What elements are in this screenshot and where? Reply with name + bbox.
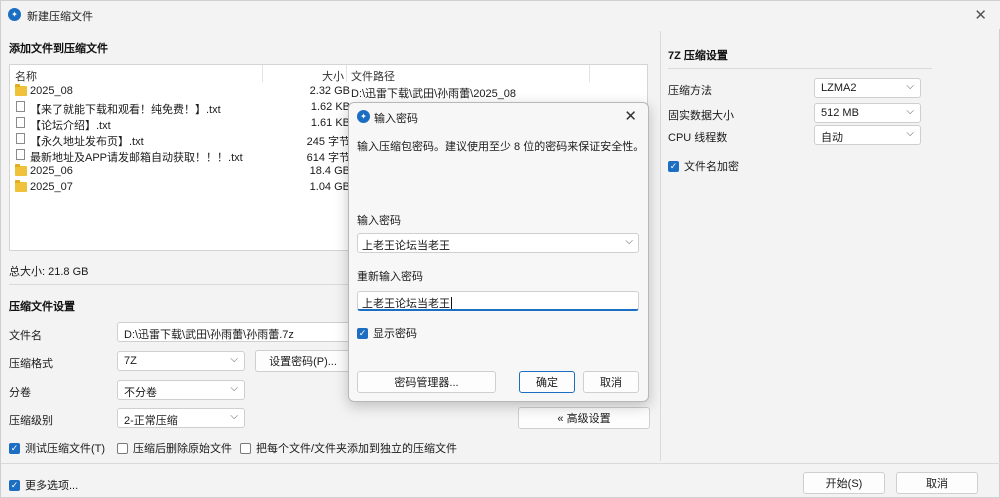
file-size: 1.62 KB — [310, 101, 350, 113]
confirm-password-label: 重新输入密码 — [357, 271, 423, 283]
password-input[interactable]: 上老王论坛当老王 ⌵ — [357, 233, 639, 253]
folder-icon — [15, 84, 27, 96]
checkmark-icon: ✓ — [357, 327, 368, 339]
split-value: 不分卷 — [124, 387, 157, 399]
file-list-header: 名称 大小 文件路径 — [10, 65, 647, 84]
dialog-message: 输入压缩包密码。建议使用至少 8 位的密码来保证安全性。 — [357, 141, 645, 153]
divider — [1, 463, 1000, 464]
delete-after-checkbox[interactable]: 压缩后删除原始文件 — [117, 440, 232, 456]
text-file-icon — [16, 133, 25, 144]
separate-archives-checkbox[interactable]: 把每个文件/文件夹添加到独立的压缩文件 — [240, 440, 457, 456]
level-label: 压缩级别 — [9, 415, 53, 427]
format-label: 压缩格式 — [9, 358, 53, 370]
text-file-icon — [16, 101, 25, 112]
method-value: LZMA2 — [821, 82, 857, 94]
checkbox-icon — [117, 442, 128, 454]
sevenzip-settings-heading: 7Z 压缩设置 — [668, 50, 728, 62]
text-caret — [451, 297, 452, 309]
folder-icon — [15, 180, 27, 192]
chevron-down-icon: ⌵ — [230, 383, 238, 394]
archive-settings-heading: 压缩文件设置 — [9, 301, 75, 313]
checkbox-icon — [240, 442, 251, 454]
divider — [668, 68, 932, 69]
folder-icon — [15, 164, 27, 176]
window-title: 新建压缩文件 — [27, 11, 93, 23]
cancel-button[interactable]: 取消 — [896, 472, 978, 494]
column-divider — [589, 65, 590, 82]
pane-divider — [660, 31, 661, 461]
file-row[interactable]: 2025_08 2.32 GB D:\迅雷下载\武田\孙雨蕾\2025_08 — [10, 83, 647, 100]
show-password-checkbox[interactable]: ✓ 显示密码 — [357, 325, 417, 341]
dialog-title: 输入密码 — [374, 113, 418, 125]
confirm-password-input[interactable]: 上老王论坛当老王 — [357, 291, 639, 311]
file-size: 2.32 GB — [309, 85, 350, 97]
chevron-down-icon: ⌵ — [230, 411, 238, 422]
start-button[interactable]: 开始(S) — [803, 472, 885, 494]
files-heading: 添加文件到压缩文件 — [9, 43, 108, 55]
text-file-icon — [16, 149, 25, 160]
app-logo-icon: ✦ — [357, 110, 370, 123]
app-logo-icon: ✦ — [8, 8, 21, 21]
checkmark-icon: ✓ — [668, 160, 679, 172]
file-size: 18.4 GB — [309, 165, 350, 177]
dict-size-select[interactable]: 512 MB ⌵ — [814, 103, 921, 123]
text-file-icon — [16, 117, 25, 128]
test-archive-checkbox[interactable]: ✓ 测试压缩文件(T) — [9, 440, 105, 456]
chevron-down-icon: ⌵ — [906, 81, 914, 92]
threads-label: CPU 线程数 — [668, 132, 728, 144]
chevron-down-icon: ⌵ — [906, 128, 914, 139]
separate-archives-label: 把每个文件/文件夹添加到独立的压缩文件 — [256, 443, 458, 455]
level-select[interactable]: 2-正常压缩 ⌵ — [117, 408, 245, 428]
more-options-checkbox[interactable]: ✓ 更多选项... — [9, 477, 78, 493]
dict-size-value: 512 MB — [821, 107, 859, 119]
format-select[interactable]: 7Z ⌵ — [117, 351, 245, 371]
password-value: 上老王论坛当老王 — [362, 240, 450, 252]
encrypt-names-label: 文件名加密 — [684, 161, 739, 173]
close-icon[interactable]: ✕ — [974, 6, 987, 24]
compress-window: ✦ 新建压缩文件 ✕ 添加文件到压缩文件 名称 大小 文件路径 2025_08 … — [0, 0, 1000, 498]
chevron-down-icon: ⌵ — [230, 354, 238, 365]
password-dialog: ✦ 输入密码 ✕ 输入压缩包密码。建议使用至少 8 位的密码来保证安全性。 输入… — [348, 102, 649, 402]
test-archive-label: 测试压缩文件(T) — [25, 443, 106, 455]
checkmark-icon: ✓ — [9, 442, 20, 454]
more-options-label: 更多选项... — [25, 480, 79, 492]
file-name: 2025_06 — [30, 165, 73, 177]
filename-label: 文件名 — [9, 330, 42, 342]
column-name[interactable]: 名称 — [15, 68, 37, 84]
column-size[interactable]: 大小 — [322, 68, 344, 84]
method-label: 压缩方法 — [668, 85, 712, 97]
advanced-settings-button[interactable]: « 高级设置 — [518, 407, 650, 429]
file-size: 1.61 KB — [310, 117, 350, 129]
confirm-password-value: 上老王论坛当老王 — [362, 298, 450, 310]
method-select[interactable]: LZMA2 ⌵ — [814, 78, 921, 98]
format-value: 7Z — [124, 355, 137, 367]
title-bar: ✦ 新建压缩文件 ✕ — [1, 1, 1000, 29]
dict-size-label: 固实数据大小 — [668, 110, 734, 122]
file-size: 1.04 GB — [309, 181, 350, 193]
filename-input[interactable]: D:\迅雷下载\武田\孙雨蕾\孙雨蕾.7z — [117, 322, 351, 342]
close-icon[interactable]: ✕ — [624, 107, 637, 125]
split-label: 分卷 — [9, 387, 31, 399]
checkmark-icon: ✓ — [9, 479, 20, 491]
file-name: 2025_07 — [30, 181, 73, 193]
column-divider — [346, 65, 347, 82]
file-name: 2025_08 — [30, 85, 73, 97]
password-label: 输入密码 — [357, 215, 401, 227]
level-value: 2-正常压缩 — [124, 415, 178, 427]
column-path[interactable]: 文件路径 — [351, 68, 395, 84]
split-select[interactable]: 不分卷 ⌵ — [117, 380, 245, 400]
password-manager-button[interactable]: 密码管理器... — [357, 371, 496, 393]
delete-after-label: 压缩后删除原始文件 — [133, 443, 232, 455]
chevron-down-icon[interactable]: ⌵ — [625, 236, 633, 247]
chevron-down-icon: ⌵ — [906, 106, 914, 117]
threads-select[interactable]: 自动 ⌵ — [814, 125, 921, 145]
encrypt-names-checkbox[interactable]: ✓ 文件名加密 — [668, 158, 739, 174]
total-size: 总大小: 21.8 GB — [9, 266, 89, 278]
column-divider — [262, 65, 263, 82]
show-password-label: 显示密码 — [373, 328, 417, 340]
dialog-cancel-button[interactable]: 取消 — [583, 371, 639, 393]
ok-button[interactable]: 确定 — [519, 371, 575, 393]
set-password-button[interactable]: 设置密码(P)... — [255, 350, 351, 372]
threads-value: 自动 — [821, 132, 843, 144]
